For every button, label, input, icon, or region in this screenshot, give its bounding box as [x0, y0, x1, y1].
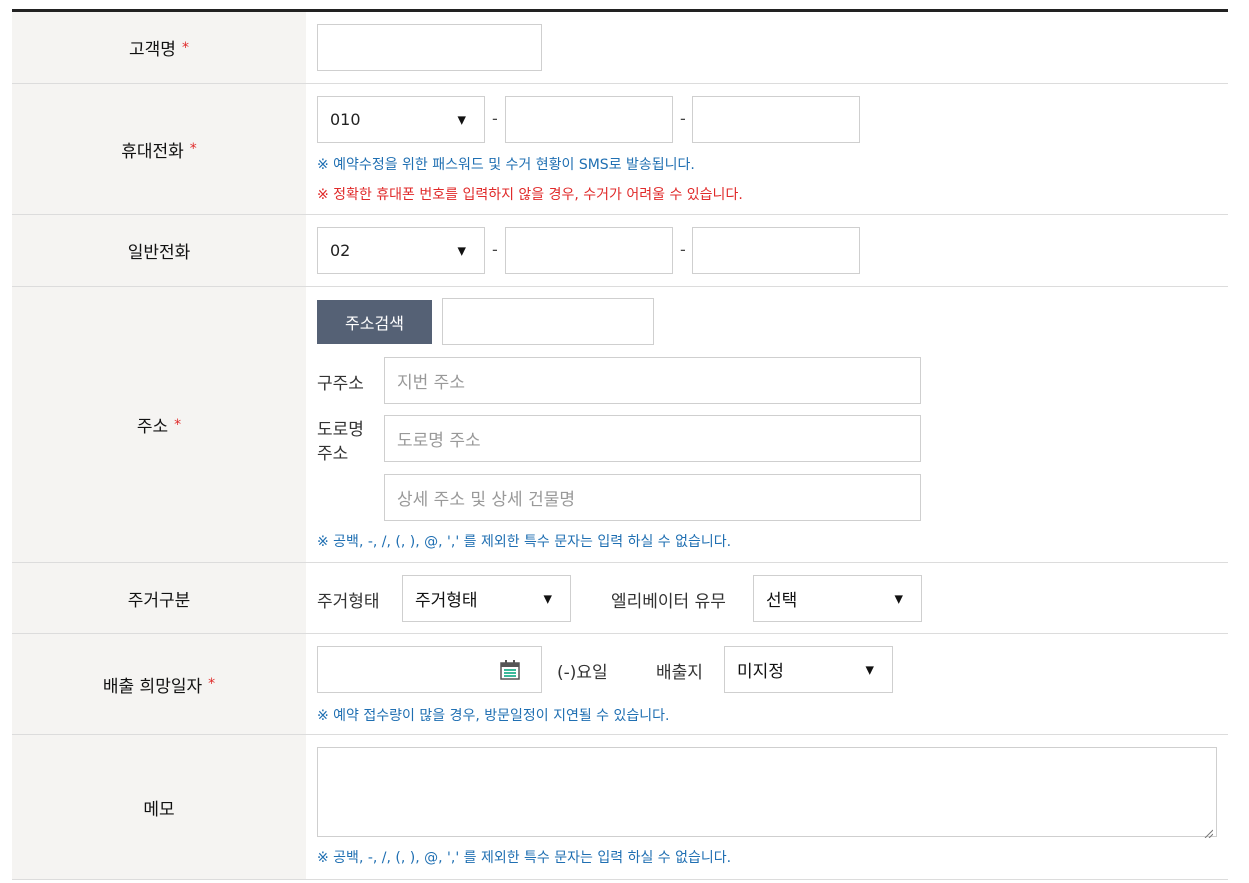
road-address-placeholder: 도로명 주소	[397, 431, 481, 451]
date-label-text: 배출 희망일자	[102, 676, 203, 697]
triangle-down-icon: ▼	[543, 592, 552, 605]
housing-type-select[interactable]: 주거형태 ▼	[402, 575, 571, 622]
mobile-last-input[interactable]	[692, 96, 860, 143]
zipcode-input[interactable]	[442, 298, 654, 345]
date-input[interactable]	[317, 646, 542, 693]
address-label-text: 주소	[136, 417, 169, 437]
mobile-prefix-value: 010	[330, 110, 361, 129]
phone-prefix-select[interactable]: 02 ▼	[317, 227, 485, 274]
detail-address-input[interactable]: 상세 주소 및 상세 건물명	[384, 474, 921, 521]
row-date: 배출 희망일자 * (-)요일 배출지 미지정 ▼ ※ 예약 접수량이 많을 경…	[12, 634, 1228, 735]
triangle-down-icon: ▼	[865, 663, 874, 676]
old-address-label: 구주소	[317, 374, 364, 394]
disposal-place-label: 배출지	[656, 663, 703, 683]
phone-last-input[interactable]	[692, 227, 860, 274]
housing-label-text: 주거구분	[127, 590, 191, 611]
mobile-label: 휴대전화 *	[12, 84, 306, 214]
customer-name-input[interactable]	[317, 24, 542, 71]
row-housing: 주거구분 주거형태 주거형태 ▼ 엘리베이터 유무 선택 ▼	[12, 563, 1228, 634]
elevator-label: 엘리베이터 유무	[611, 592, 726, 612]
disposal-place-value: 미지정	[737, 662, 784, 682]
row-customer-name: 고객명 *	[12, 12, 1228, 84]
required-mark: *	[208, 676, 216, 692]
memo-special-char-note: ※ 공백, -, /, (, ), @, ',' 를 제외한 특수 문자는 입력…	[317, 850, 732, 866]
required-mark: *	[189, 141, 197, 157]
address-special-char-note: ※ 공백, -, /, (, ), @, ',' 를 제외한 특수 문자는 입력…	[317, 534, 732, 550]
elevator-select[interactable]: 선택 ▼	[753, 575, 922, 622]
road-address-input[interactable]: 도로명 주소	[384, 415, 921, 462]
memo-label: 메모	[12, 735, 306, 879]
phone-middle-input[interactable]	[505, 227, 673, 274]
disposal-place-select[interactable]: 미지정 ▼	[724, 646, 893, 693]
road-address-label-2: 주소	[317, 444, 349, 464]
housing-label: 주거구분	[12, 563, 306, 633]
phone-prefix-value: 02	[330, 241, 351, 260]
housing-type-value: 주거형태	[415, 591, 478, 611]
address-search-button[interactable]: 주소검색	[317, 300, 432, 344]
dash-separator: -	[492, 240, 498, 259]
old-address-input[interactable]: 지번 주소	[384, 357, 921, 404]
detail-address-placeholder: 상세 주소 및 상세 건물명	[397, 490, 576, 510]
required-mark: *	[181, 39, 189, 56]
dash-separator: -	[492, 109, 498, 128]
customer-name-label-text: 고객명	[129, 40, 176, 60]
mobile-sms-note: ※ 예약수정을 위한 패스워드 및 수거 현황이 SMS로 발송됩니다.	[317, 157, 695, 173]
row-mobile: 휴대전화 * 010 ▼ - - ※ 예약수정을 위한 패스워드 및 수거 현황…	[12, 84, 1228, 215]
mobile-prefix-select[interactable]: 010 ▼	[317, 96, 485, 143]
date-delay-note: ※ 예약 접수량이 많을 경우, 방문일정이 지연될 수 있습니다.	[317, 708, 670, 724]
phone-label-text: 일반전화	[127, 243, 191, 263]
row-phone: 일반전화 02 ▼ - -	[12, 215, 1228, 287]
memo-textarea[interactable]	[317, 747, 1217, 839]
triangle-down-icon: ▼	[457, 244, 466, 257]
elevator-value: 선택	[766, 591, 798, 611]
row-memo: 메모 ※ 공백, -, /, (, ), @, ',' 를 제외한 특수 문자는…	[12, 735, 1228, 880]
row-address: 주소 * 주소검색 구주소 지번 주소 도로명 주소 도로명 주소 상세 주소 …	[12, 287, 1228, 563]
address-label: 주소 *	[12, 287, 306, 562]
phone-label: 일반전화	[12, 215, 306, 286]
memo-label-text: 메모	[143, 799, 175, 820]
dash-separator: -	[680, 109, 686, 128]
triangle-down-icon: ▼	[457, 113, 466, 126]
old-address-placeholder: 지번 주소	[397, 373, 465, 393]
dash-separator: -	[680, 240, 686, 259]
mobile-middle-input[interactable]	[505, 96, 673, 143]
required-mark: *	[174, 416, 182, 433]
triangle-down-icon: ▼	[894, 592, 903, 605]
mobile-warning-note: ※ 정확한 휴대폰 번호를 입력하지 않을 경우, 수거가 어려울 수 있습니다…	[317, 187, 743, 203]
road-address-label: 도로명	[317, 420, 364, 440]
date-label: 배출 희망일자 *	[12, 634, 306, 734]
reservation-form: 고객명 * 휴대전화 * 010 ▼ - - ※ 예약수정을 위한 패스워드 및…	[12, 9, 1228, 880]
weekday-display: (-)요일	[557, 663, 608, 683]
customer-name-label: 고객명 *	[12, 12, 306, 83]
resize-handle-icon[interactable]	[1203, 823, 1214, 839]
calendar-icon[interactable]	[499, 659, 521, 681]
housing-type-label: 주거형태	[317, 592, 380, 612]
mobile-label-text: 휴대전화	[121, 141, 184, 162]
